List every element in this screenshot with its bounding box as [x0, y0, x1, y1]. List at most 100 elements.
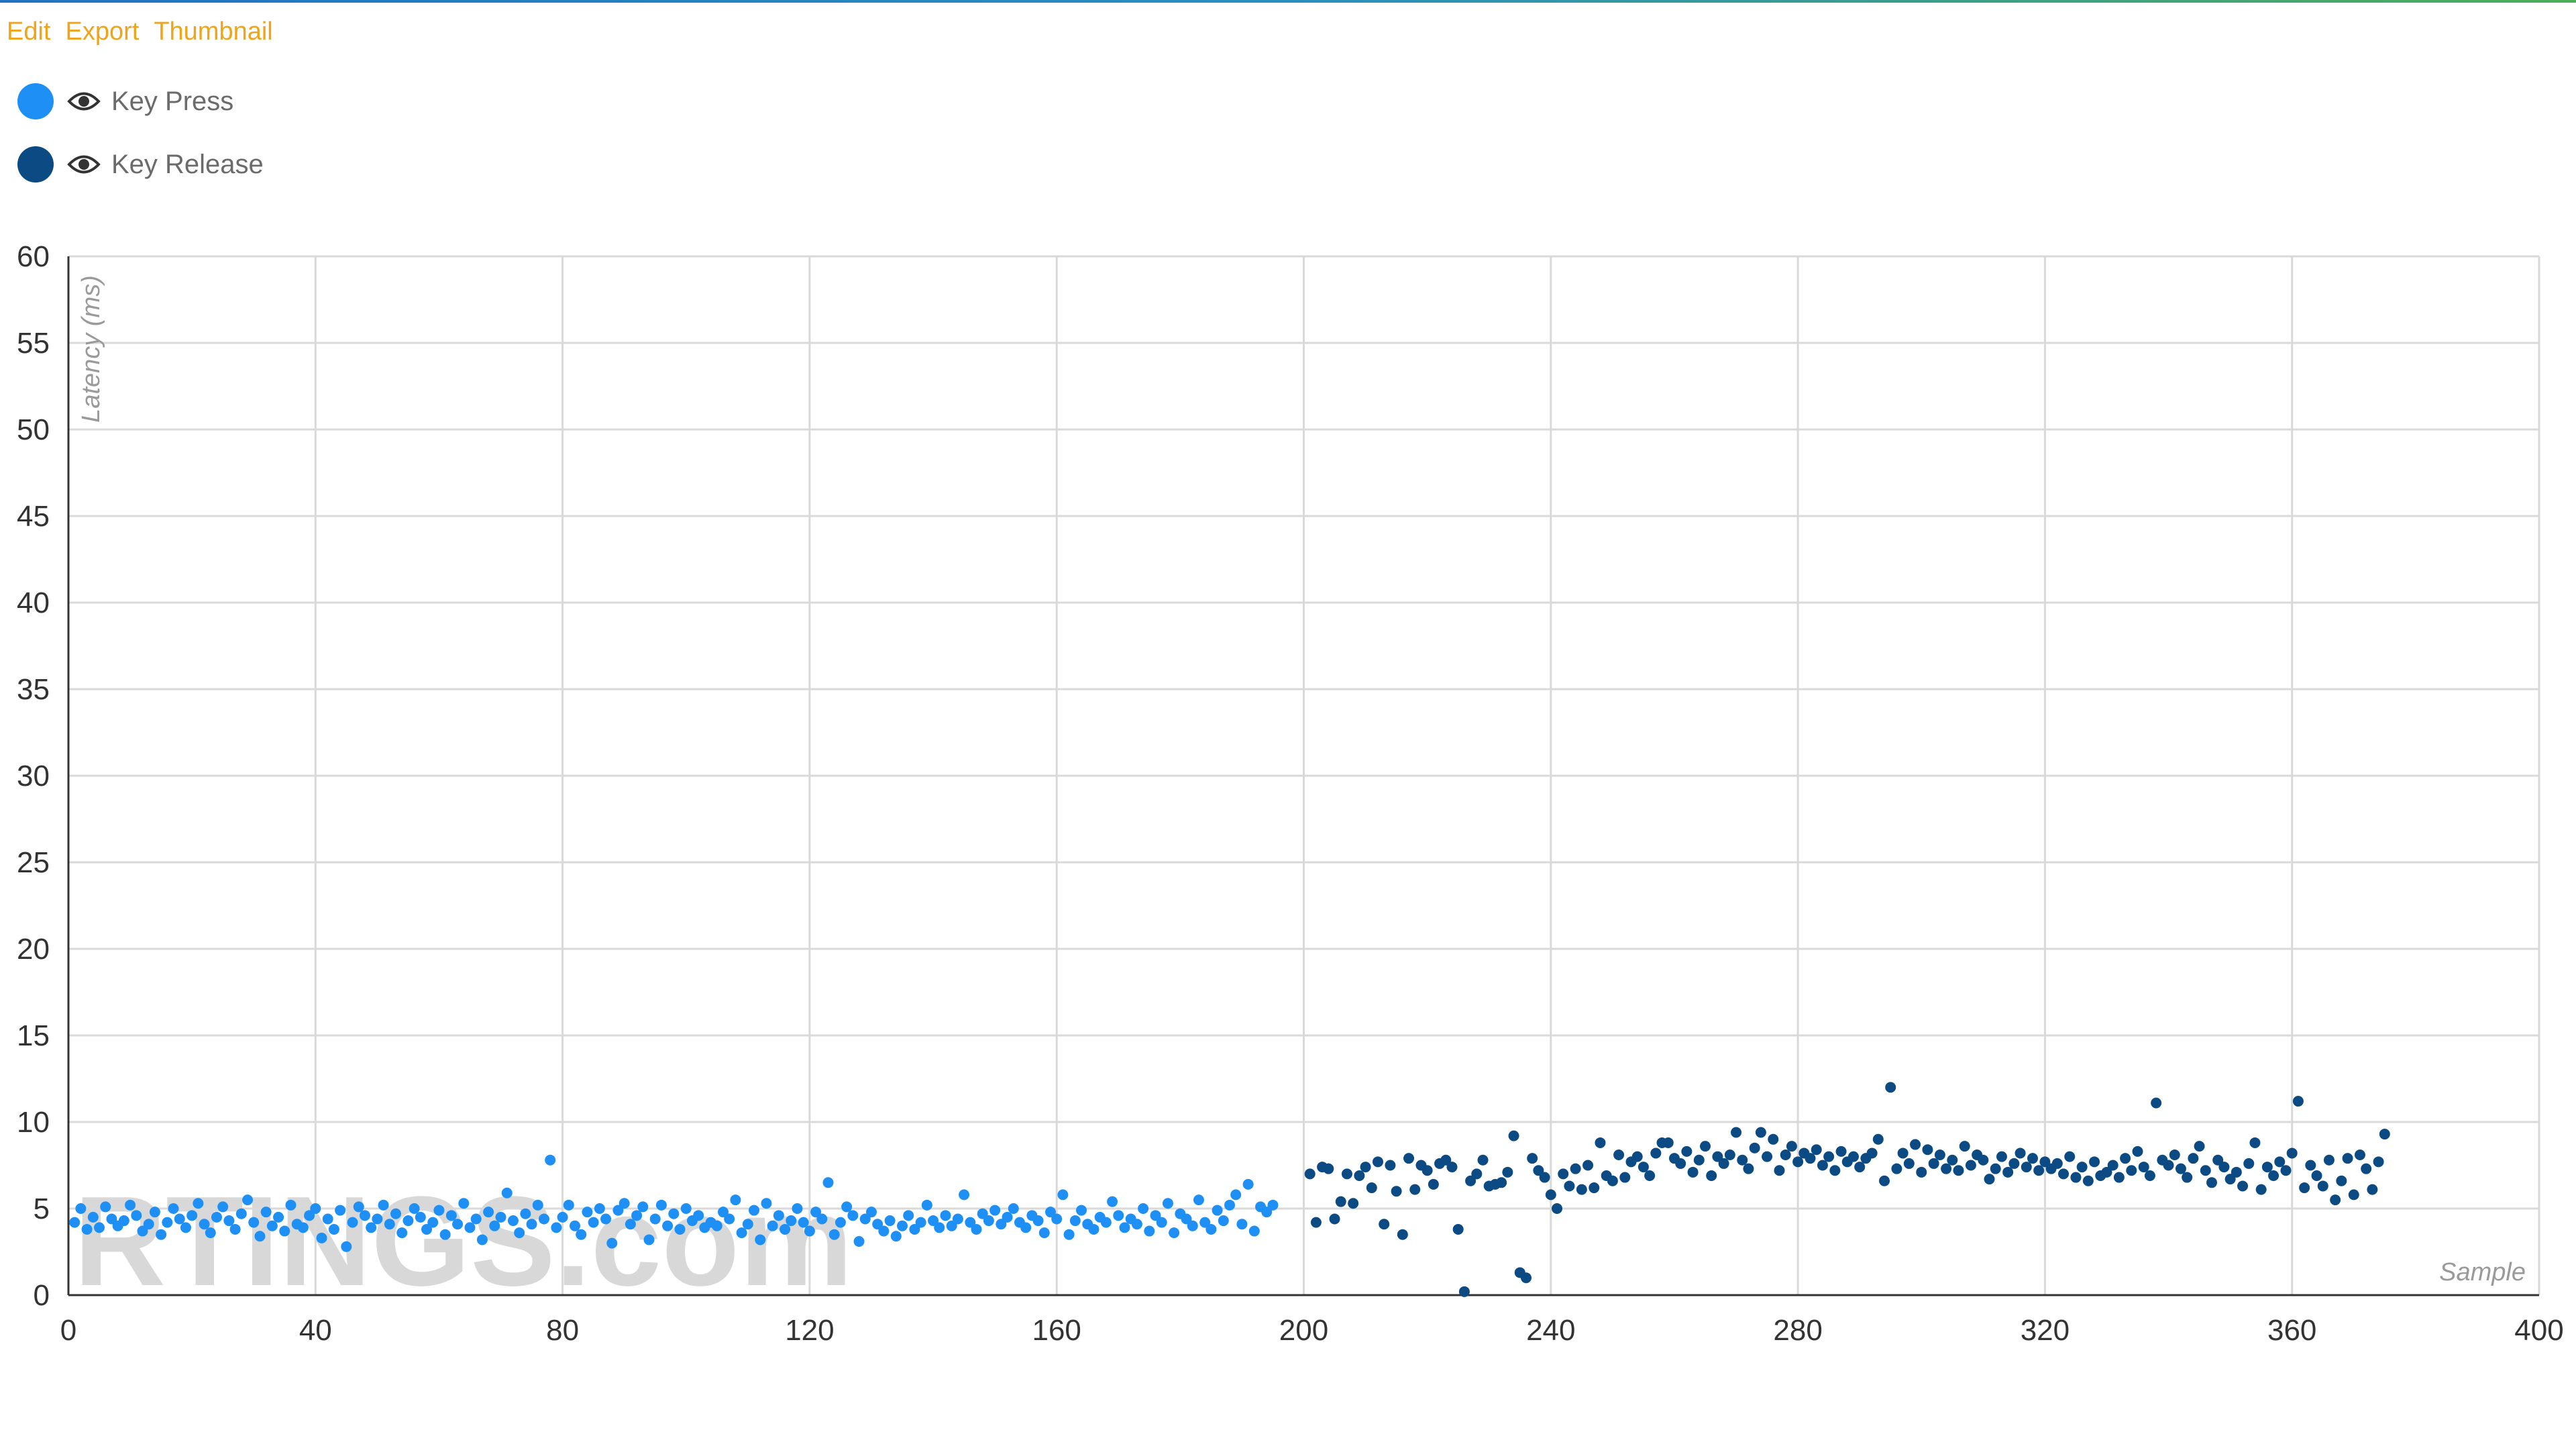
data-point-key-press — [335, 1205, 346, 1216]
data-point-key-release — [1595, 1137, 1606, 1148]
data-point-key-release — [2126, 1165, 2137, 1176]
data-point-key-release — [1749, 1142, 1760, 1154]
data-point-key-press — [655, 1199, 667, 1211]
data-point-key-press — [853, 1236, 865, 1247]
data-point-key-release — [1953, 1165, 1964, 1176]
data-point-key-press — [470, 1213, 482, 1225]
data-point-key-release — [1452, 1223, 1464, 1235]
data-point-key-press — [1267, 1199, 1279, 1211]
data-point-key-press — [538, 1213, 549, 1225]
data-point-key-press — [600, 1213, 612, 1225]
data-point-key-release — [1638, 1162, 1649, 1173]
data-point-key-press — [415, 1211, 426, 1223]
data-point-key-press — [1131, 1219, 1142, 1230]
data-point-key-press — [1248, 1225, 1260, 1237]
x-tick-label: 80 — [546, 1314, 579, 1347]
data-point-key-release — [2323, 1154, 2334, 1166]
data-point-key-release — [1805, 1153, 1816, 1164]
data-point-key-press — [1224, 1199, 1236, 1211]
data-point-key-release — [1619, 1172, 1631, 1183]
data-point-key-press — [1212, 1205, 1223, 1216]
data-point-key-press — [989, 1205, 1001, 1216]
data-point-key-release — [1811, 1144, 1822, 1156]
data-point-key-release — [1471, 1168, 1483, 1180]
data-point-key-press — [297, 1222, 309, 1233]
data-point-key-press — [81, 1223, 93, 1235]
data-point-key-release — [1366, 1182, 1377, 1194]
data-point-key-press — [1020, 1222, 1032, 1233]
data-point-key-release — [1341, 1168, 1352, 1180]
data-point-key-release — [1508, 1130, 1519, 1141]
data-point-key-press — [1057, 1189, 1069, 1201]
data-point-key-release — [2151, 1097, 2162, 1109]
data-point-key-release — [2182, 1172, 2193, 1183]
data-point-key-release — [1699, 1141, 1711, 1152]
data-point-key-press — [1205, 1223, 1217, 1235]
data-point-key-press — [439, 1229, 451, 1240]
data-point-key-press — [409, 1203, 420, 1214]
data-point-key-press — [205, 1227, 216, 1239]
data-point-key-press — [1100, 1217, 1112, 1228]
x-tick-label: 120 — [785, 1314, 834, 1347]
data-point-key-press — [1088, 1223, 1099, 1235]
data-point-key-release — [2299, 1182, 2310, 1194]
data-point-key-release — [1335, 1196, 1346, 1207]
data-point-key-press — [625, 1219, 636, 1230]
data-point-key-release — [1348, 1198, 1359, 1209]
y-tick-label: 25 — [17, 846, 50, 879]
data-point-key-press — [557, 1211, 568, 1223]
data-point-key-release — [2379, 1129, 2390, 1140]
data-point-key-press — [940, 1210, 951, 1221]
data-point-key-press — [341, 1241, 352, 1252]
data-point-key-release — [2107, 1160, 2118, 1171]
data-point-key-press — [464, 1222, 476, 1233]
data-point-key-release — [1891, 1163, 1902, 1174]
data-point-key-release — [1409, 1184, 1421, 1195]
y-tick-label: 45 — [17, 500, 50, 533]
data-point-key-release — [1854, 1162, 1866, 1173]
data-point-key-release — [1446, 1162, 1458, 1173]
data-point-key-release — [1965, 1160, 1976, 1171]
data-point-key-press — [878, 1225, 890, 1237]
data-point-key-press — [828, 1229, 840, 1240]
data-point-key-press — [402, 1215, 414, 1227]
data-point-key-release — [1403, 1153, 1415, 1164]
data-point-key-release — [1458, 1286, 1470, 1297]
data-point-key-press — [1038, 1227, 1050, 1239]
data-point-key-release — [1391, 1186, 1402, 1197]
data-point-key-press — [125, 1199, 136, 1211]
data-point-key-press — [489, 1220, 500, 1231]
data-point-key-press — [983, 1215, 994, 1227]
data-point-key-release — [2317, 1180, 2328, 1192]
data-point-key-press — [841, 1201, 853, 1213]
data-point-key-release — [1737, 1154, 1748, 1166]
data-point-key-release — [1762, 1151, 1773, 1162]
data-point-key-release — [2255, 1184, 2267, 1195]
data-point-key-release — [1397, 1229, 1408, 1240]
data-point-key-press — [452, 1219, 464, 1230]
x-tick-label: 360 — [2267, 1314, 2316, 1347]
data-point-key-press — [847, 1210, 859, 1221]
data-point-key-release — [2008, 1158, 2020, 1169]
data-point-key-press — [736, 1227, 747, 1239]
data-point-key-press — [94, 1222, 105, 1233]
data-point-key-release — [2015, 1147, 2026, 1159]
data-point-key-press — [476, 1234, 488, 1245]
data-point-key-press — [254, 1231, 266, 1242]
data-point-key-release — [2175, 1163, 2186, 1174]
data-point-key-press — [755, 1234, 766, 1245]
data-point-key-press — [798, 1217, 809, 1228]
data-point-key-press — [1218, 1215, 1229, 1227]
data-point-key-press — [668, 1208, 680, 1219]
data-point-key-press — [897, 1220, 908, 1231]
data-point-key-press — [865, 1207, 877, 1218]
y-tick-label: 60 — [17, 240, 50, 273]
data-point-key-press — [576, 1229, 587, 1240]
data-point-key-release — [1718, 1158, 1729, 1169]
data-point-key-press — [186, 1210, 198, 1221]
data-point-key-press — [545, 1154, 556, 1166]
data-point-key-release — [1724, 1150, 1735, 1161]
data-point-key-release — [1910, 1139, 1921, 1150]
data-point-key-press — [1162, 1198, 1173, 1209]
data-point-key-press — [1242, 1178, 1254, 1190]
